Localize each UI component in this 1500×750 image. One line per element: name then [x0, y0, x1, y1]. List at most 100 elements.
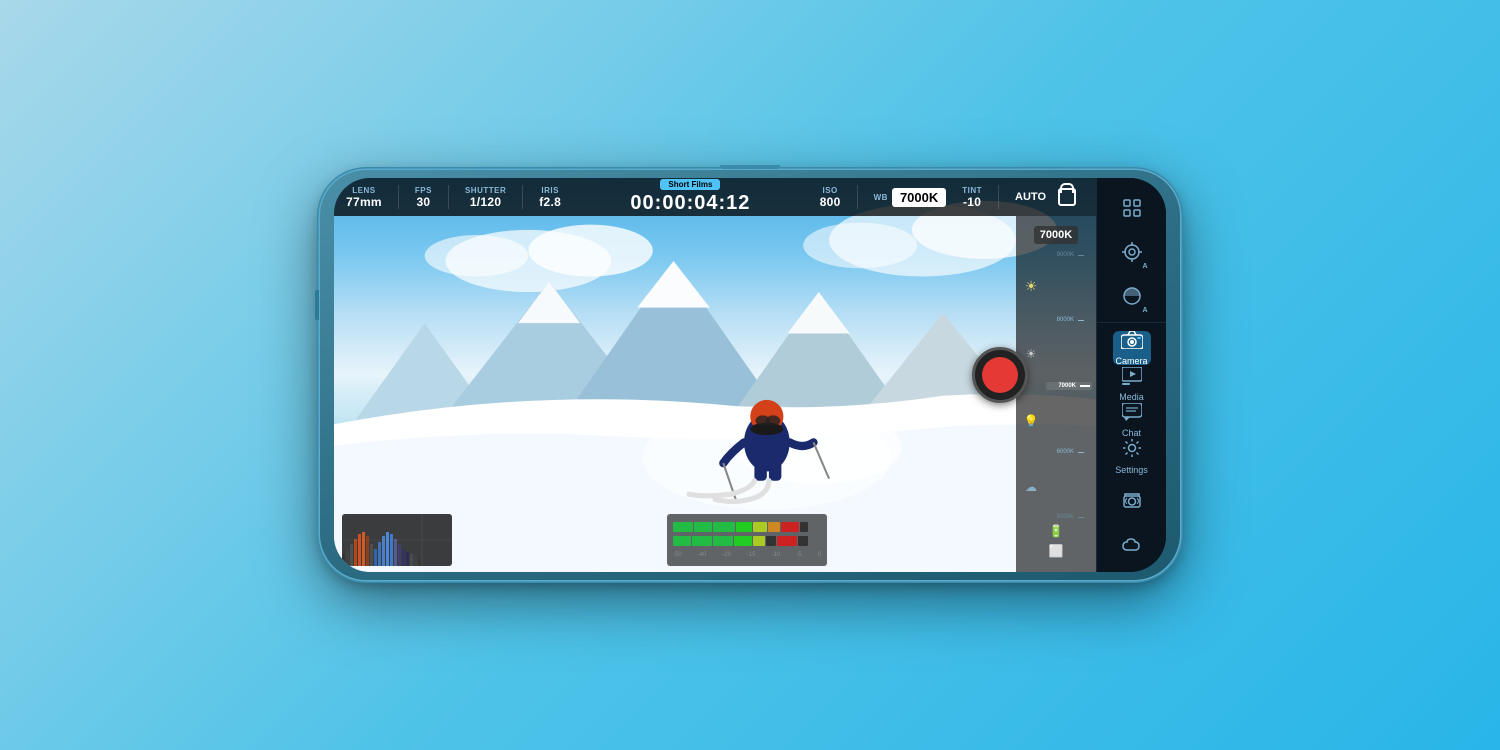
wb-bulb-icon: 💡	[1024, 414, 1039, 428]
top-button	[720, 165, 780, 169]
phone-body: LENS 77mm FPS 30 SHUTTER 1/120	[320, 170, 1180, 580]
media-nav-icon	[1122, 367, 1142, 390]
hud-iris[interactable]: IRIS f2.8	[539, 186, 561, 209]
hud-sep-5	[998, 185, 999, 209]
camera-nav-icon	[1121, 331, 1143, 354]
autofocus-a-label: A	[1142, 263, 1147, 270]
viewfinder-tool-button[interactable]	[1114, 190, 1150, 226]
shutter-value: 1/120	[470, 195, 502, 209]
sidebar-item-camera[interactable]: Camera	[1113, 331, 1151, 365]
record-button[interactable]	[972, 347, 1028, 403]
cloud-sync-button[interactable]	[1114, 527, 1150, 563]
hud-sep-3	[522, 185, 523, 209]
lens-label: LENS	[352, 186, 375, 195]
sidebar-bottom-tools	[1114, 477, 1150, 572]
phone-wrapper: LENS 77mm FPS 30 SHUTTER 1/120	[310, 160, 1190, 590]
hud-auto-lock-group: AUTO	[1015, 188, 1084, 206]
audio-label-10: -10	[772, 552, 781, 558]
audio-bar-green-2	[694, 522, 712, 532]
iso-value: 800	[820, 195, 841, 209]
camera-flip-icon	[1121, 490, 1143, 512]
wb-tick-label-8000: 8000K	[1046, 317, 1074, 323]
wb-active-value[interactable]: 7000K	[892, 188, 946, 207]
wb-tick-6000: 6000K	[1046, 449, 1084, 455]
exposure-auto-button[interactable]: A	[1114, 278, 1150, 314]
hud-wb-label-col: WB	[874, 193, 888, 202]
tint-label: TINT	[962, 186, 982, 195]
focus-auto-button[interactable]: A	[1114, 234, 1150, 270]
audio-channel-2	[673, 536, 821, 546]
chat-nav-icon	[1122, 403, 1142, 426]
iso-label: ISO	[823, 186, 838, 195]
camera-nav-label: Camera	[1115, 356, 1147, 366]
zoom-button[interactable]	[1114, 571, 1150, 572]
wb-tick-label-7000: 7000K	[1048, 383, 1076, 389]
audio-label-40: -40	[698, 552, 707, 558]
wb-tick-label-6000: 6000K	[1046, 449, 1074, 455]
hud-wb-group[interactable]: WB 7000K	[874, 188, 947, 207]
wb-frame-icon: ⬜	[1049, 544, 1064, 558]
audio-label-0: 0	[818, 552, 821, 558]
audio-bar-empty-1	[800, 522, 808, 532]
hud-tint-group[interactable]: TINT -10	[962, 186, 982, 209]
hud-sep-1	[398, 185, 399, 209]
cloud-icon	[1121, 536, 1143, 554]
audio-bar-green-4	[736, 522, 752, 532]
hud-lens[interactable]: LENS 77mm	[346, 186, 382, 209]
settings-icon-svg	[1122, 438, 1142, 458]
hud-shutter[interactable]: SHUTTER 1/120	[465, 186, 506, 209]
audio-label-5: -5	[796, 552, 801, 558]
exposure-a-label: A	[1142, 307, 1147, 314]
audio-channel-1	[673, 522, 821, 532]
audio-bar2-green-3	[713, 536, 733, 546]
fps-value: 30	[416, 195, 430, 209]
camera-flip-button[interactable]	[1114, 483, 1150, 519]
exposure-icon	[1121, 285, 1143, 307]
iris-value: f2.8	[539, 195, 561, 209]
audio-label-20: -20	[722, 552, 731, 558]
shutter-label: SHUTTER	[465, 186, 506, 195]
wb-sun-large-icon: ☀	[1025, 278, 1038, 295]
audio-bar-yellow-1	[753, 522, 767, 532]
chat-icon-svg	[1122, 403, 1142, 421]
wb-panel[interactable]: 7000K ☀ ☀ 💡 ☁ 9000K	[1016, 216, 1096, 572]
camera-icon-svg	[1121, 331, 1143, 349]
wb-tick-5000: 5000K	[1046, 514, 1084, 520]
hud-iso[interactable]: ISO 800	[820, 186, 841, 209]
preset-badge[interactable]: Short Films	[660, 179, 720, 190]
settings-nav-label: Settings	[1115, 465, 1148, 475]
sidebar-item-chat[interactable]: Chat	[1113, 403, 1151, 437]
audio-bar-green-1	[673, 522, 693, 532]
hud-sep-4	[857, 185, 858, 209]
audio-bar2-green-1	[673, 536, 691, 546]
audio-label-50: -50	[673, 552, 682, 558]
media-nav-label: Media	[1119, 392, 1144, 402]
audio-scale-labels: -50 -40 -20 -15 -10 -5 0	[673, 552, 821, 558]
audio-label-15: -15	[747, 552, 756, 558]
hud-center: Short Films 00:00:04:12	[577, 179, 804, 215]
wb-battery-icon: 🔋	[1049, 524, 1064, 538]
histogram-overlay	[342, 514, 452, 566]
lock-icon[interactable]	[1058, 188, 1076, 206]
sidebar-item-settings[interactable]: Settings	[1113, 439, 1151, 473]
iris-label: IRIS	[541, 186, 559, 195]
chat-nav-label: Chat	[1122, 428, 1141, 438]
audio-bar2-empty-2	[798, 536, 808, 546]
wb-tick-7000: 7000K	[1046, 382, 1092, 390]
right-sidebar: A A	[1096, 178, 1166, 572]
audio-bar2-empty-1	[766, 536, 776, 546]
wb-tick-9000: 9000K	[1046, 252, 1084, 258]
auto-badge: AUTO	[1015, 191, 1046, 203]
fps-label: FPS	[415, 186, 432, 195]
sidebar-nav-items: Camera Media	[1097, 327, 1166, 477]
sidebar-item-media[interactable]: Media	[1113, 367, 1151, 401]
tint-value: -10	[963, 195, 981, 209]
lens-value: 77mm	[346, 195, 382, 209]
record-button-area	[972, 347, 1028, 403]
record-button-inner	[982, 357, 1018, 393]
hud-fps[interactable]: FPS 30	[415, 186, 432, 209]
audio-bar2-green-4	[734, 536, 752, 546]
settings-nav-icon	[1122, 438, 1142, 463]
hud-sep-2	[448, 185, 449, 209]
wb-label: WB	[874, 193, 888, 202]
